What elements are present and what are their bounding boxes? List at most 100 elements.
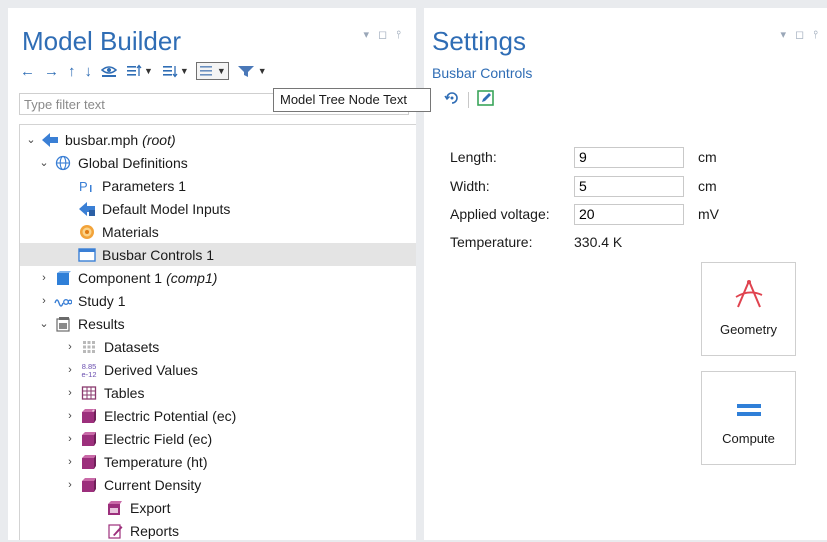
- arrow-left-icon[interactable]: ←: [18, 61, 37, 81]
- globe-icon: [54, 154, 72, 172]
- tree-label: Datasets: [104, 338, 160, 355]
- temperature-value: 330.4 K: [574, 234, 623, 250]
- tree-item-electric-potential[interactable]: › * Electric Potential (ec): [20, 404, 416, 427]
- tree-suffix: (root): [142, 131, 176, 148]
- chevron-down-icon[interactable]: ⌄: [38, 317, 50, 330]
- tree-label: Results: [78, 315, 125, 332]
- tree-label: Tables: [104, 384, 145, 401]
- dynamic-help-icon[interactable]: ▼: [234, 61, 269, 81]
- tree-label: busbar.mph: [65, 131, 139, 148]
- tree-label: Global Definitions: [78, 154, 188, 171]
- tree-item-busbar-controls[interactable]: Busbar Controls 1: [20, 243, 416, 266]
- tree-label: Materials: [102, 223, 159, 240]
- length-input[interactable]: [574, 146, 684, 168]
- tree-label: Derived Values: [104, 361, 198, 378]
- model-builder-toolbar: ← → ↑ ↓ ▼ ▼ ▼ ▼: [18, 60, 274, 82]
- chevron-right-icon[interactable]: ›: [64, 387, 76, 399]
- length-row: Length: cm: [450, 146, 717, 168]
- plot-group-icon: [80, 453, 98, 471]
- chevron-right-icon[interactable]: ›: [64, 433, 76, 445]
- tree-item-tables[interactable]: › Tables: [20, 381, 416, 404]
- show-icon[interactable]: [99, 61, 119, 81]
- svg-text:P: P: [79, 179, 88, 194]
- width-unit: cm: [698, 178, 717, 194]
- tree-item-default-model-inputs[interactable]: Default Model Inputs: [20, 197, 416, 220]
- tree-item-root[interactable]: ⌄ busbar.mph (root): [20, 128, 416, 151]
- tree-item-materials[interactable]: Materials: [20, 220, 416, 243]
- model-builder-title: Model Builder: [22, 26, 181, 56]
- parameters-icon: P: [78, 177, 96, 195]
- model-tree: ⌄ busbar.mph (root) ⌄ Global Definitions…: [19, 124, 416, 540]
- arrow-down-icon[interactable]: ↓: [83, 61, 95, 81]
- sort-icon[interactable]: ▼: [124, 61, 155, 81]
- tree-item-global-definitions[interactable]: ⌄ Global Definitions: [20, 151, 416, 174]
- plot-group-icon: *: [80, 407, 98, 425]
- tree-label: Component 1: [78, 269, 163, 286]
- tree-label: Export: [130, 499, 171, 516]
- tree-item-derived-values[interactable]: › 8.85 e-12 Derived Values: [20, 358, 416, 381]
- length-unit: cm: [698, 149, 717, 165]
- tree-label: Temperature (ht): [104, 453, 208, 470]
- applied-voltage-label: Applied voltage:: [450, 206, 550, 222]
- chevron-down-icon[interactable]: ⌄: [38, 156, 50, 169]
- toolbar-separator: [468, 92, 469, 108]
- compute-label: Compute: [722, 431, 775, 446]
- applied-voltage-input[interactable]: [574, 203, 684, 225]
- tree-label: Default Model Inputs: [102, 200, 231, 217]
- panel-window-controls[interactable]: ▾ ◻ ⫯: [363, 28, 404, 42]
- edit-icon[interactable]: [477, 89, 495, 112]
- model-inputs-icon: [78, 200, 96, 218]
- model-tree-node-text-icon[interactable]: ▼: [195, 62, 229, 80]
- results-icon: [54, 315, 72, 333]
- arrow-up-icon[interactable]: ↑: [66, 61, 78, 81]
- tree-item-export[interactable]: Export: [20, 496, 416, 519]
- applied-voltage-row: Applied voltage: mV: [450, 203, 719, 225]
- geometry-button[interactable]: Geometry: [701, 262, 796, 356]
- chevron-right-icon[interactable]: ›: [64, 341, 76, 353]
- export-icon: [106, 499, 124, 517]
- chevron-down-icon[interactable]: ⌄: [25, 133, 37, 146]
- arrow-right-icon[interactable]: →: [42, 61, 61, 81]
- datasets-icon: [80, 338, 98, 356]
- temperature-row: Temperature: 330.4 K: [450, 231, 622, 253]
- form-icon: [78, 246, 96, 264]
- geometry-label: Geometry: [719, 322, 778, 337]
- tree-label: Electric Field (ec): [104, 430, 213, 447]
- chevron-right-icon[interactable]: ›: [38, 272, 50, 284]
- compass-icon: [732, 279, 766, 314]
- chevron-right-icon[interactable]: ›: [64, 456, 76, 468]
- tree-label: Study 1: [78, 292, 126, 309]
- chevron-right-icon[interactable]: ›: [64, 479, 76, 491]
- tree-item-component[interactable]: › Component 1 (comp1): [20, 266, 416, 289]
- tree-label: Electric Potential (ec): [104, 407, 237, 424]
- tree-item-results[interactable]: ⌄ Results: [20, 312, 416, 335]
- derived-values-icon: 8.85 e-12: [80, 361, 98, 379]
- chevron-right-icon[interactable]: ›: [64, 364, 76, 376]
- tree-item-temperature[interactable]: › Temperature (ht): [20, 450, 416, 473]
- tree-item-study[interactable]: › Study 1: [20, 289, 416, 312]
- tree-label: Busbar Controls 1: [102, 246, 215, 263]
- chevron-right-icon[interactable]: ›: [38, 295, 50, 307]
- tree-item-current-density[interactable]: › Current Density: [20, 473, 416, 496]
- component-icon: [54, 269, 72, 287]
- tables-icon: [80, 384, 98, 402]
- tree-item-electric-field[interactable]: › Electric Field (ec): [20, 427, 416, 450]
- tooltip: Model Tree Node Text: [273, 88, 431, 112]
- tree-item-reports[interactable]: Reports: [20, 519, 416, 542]
- expand-icon[interactable]: ▼: [160, 61, 191, 81]
- compute-button[interactable]: Compute: [701, 371, 796, 465]
- width-input[interactable]: [574, 175, 684, 197]
- applied-voltage-unit: mV: [698, 206, 719, 222]
- study-icon: [54, 292, 72, 310]
- plot-group-icon: [80, 430, 98, 448]
- chevron-right-icon[interactable]: ›: [64, 410, 76, 422]
- panel-window-controls[interactable]: ▾ ◻ ⫯: [780, 28, 821, 42]
- tree-item-parameters[interactable]: P Parameters 1: [20, 174, 416, 197]
- temperature-label: Temperature:: [450, 234, 533, 250]
- plot-group-icon: [80, 476, 98, 494]
- model-file-icon: [41, 131, 59, 149]
- settings-title: Settings: [432, 26, 526, 56]
- refresh-icon[interactable]: [444, 90, 460, 111]
- tree-item-datasets[interactable]: › Datasets: [20, 335, 416, 358]
- settings-toolbar: [432, 89, 495, 112]
